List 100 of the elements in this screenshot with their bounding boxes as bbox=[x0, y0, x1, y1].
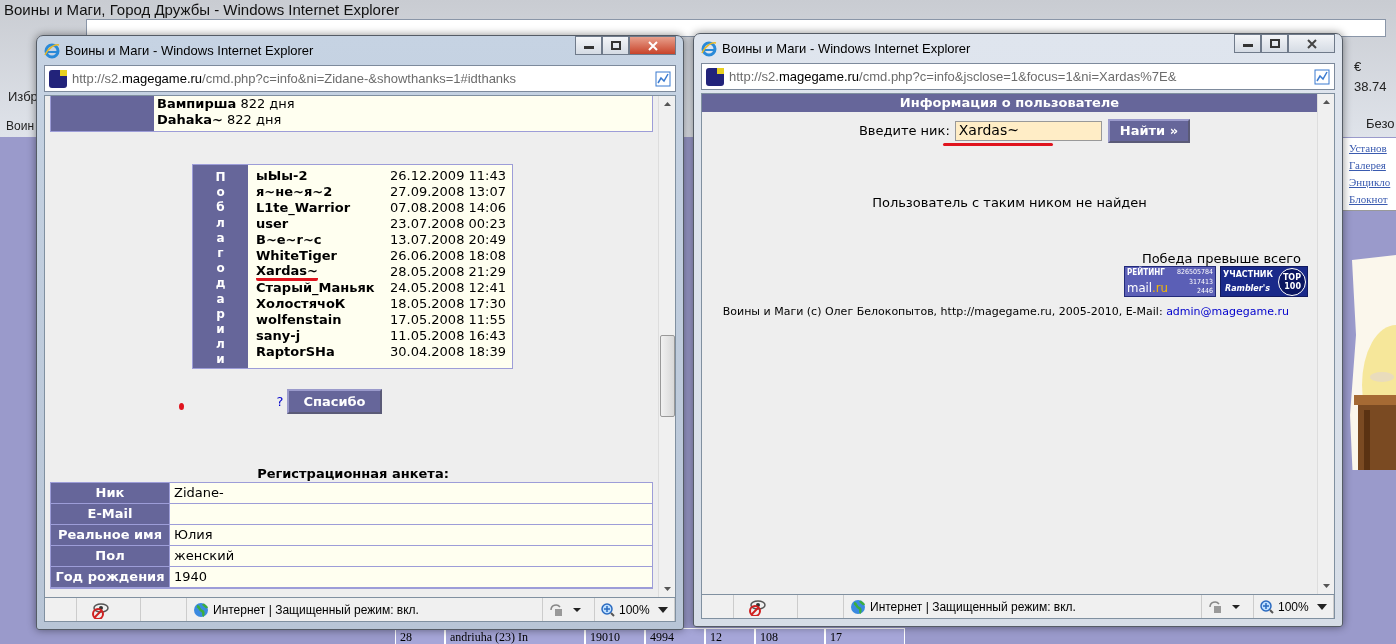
field-value: Zidane- bbox=[170, 483, 652, 504]
field-value: Юлия bbox=[170, 525, 652, 546]
link[interactable]: Установ bbox=[1349, 140, 1396, 157]
nickname-field[interactable]: Xardas~ bbox=[954, 120, 1102, 141]
link[interactable]: Галерея bbox=[1349, 157, 1396, 174]
status-text: Интернет | Защищенный режим: вкл. bbox=[870, 598, 1076, 616]
date-text: 23.07.2008 00:23 bbox=[389, 216, 506, 232]
counter-label: РЕЙТИНГ bbox=[1127, 268, 1165, 277]
security-icon[interactable] bbox=[1208, 599, 1242, 614]
user-name[interactable]: B~e~r~c bbox=[256, 232, 387, 248]
user-name[interactable]: ыЫы-2 bbox=[256, 168, 387, 184]
zoom-icon[interactable] bbox=[1260, 599, 1274, 614]
field-label: Пол bbox=[51, 546, 170, 567]
date-text: 07.08.2008 14:06 bbox=[389, 200, 506, 216]
field-label: E-Mail bbox=[51, 504, 170, 525]
globe-icon bbox=[850, 598, 866, 615]
address-field[interactable]: http://s2.magegame.ru/cmd.php?c=info&ni=Zidane-&showthanks=1#idthanks bbox=[44, 65, 676, 92]
window-title: Воины и Маги - Windows Internet Explorer bbox=[65, 41, 314, 60]
link[interactable]: Энцикло bbox=[1349, 174, 1396, 191]
minimize-button[interactable] bbox=[575, 36, 602, 55]
menu-item[interactable]: Безо bbox=[1366, 114, 1395, 134]
counter-number: 100 bbox=[1284, 282, 1301, 291]
scrollbar[interactable] bbox=[658, 96, 675, 597]
minimize-button[interactable] bbox=[1234, 34, 1261, 53]
address-text: http://s2.magegame.ru/cmd.php?c=info&jsclose=1&focus=1&ni=Xardas%7E& bbox=[729, 67, 1177, 86]
top100-counter[interactable]: УЧАСТНИК Rambler's TOP 100 bbox=[1220, 266, 1308, 297]
maximize-icon bbox=[1269, 39, 1280, 48]
date-text: 11.05.2008 16:43 bbox=[389, 328, 506, 344]
table-cell: 12 bbox=[705, 628, 755, 644]
blocked-eye-icon[interactable] bbox=[748, 597, 766, 616]
date-text: 30.04.2008 18:39 bbox=[389, 344, 506, 360]
field-label: Реальное имя bbox=[51, 525, 170, 546]
zoom-icon[interactable] bbox=[601, 602, 615, 617]
table-cell: 17 bbox=[825, 628, 905, 644]
maximize-icon bbox=[610, 41, 621, 50]
link[interactable]: Блокнот bbox=[1349, 191, 1396, 208]
vertical-label: Поблагодарили bbox=[214, 170, 227, 368]
compatibility-icon[interactable] bbox=[655, 70, 671, 87]
section-title: Регистрационная анкета: bbox=[256, 466, 450, 483]
security-icon[interactable] bbox=[549, 602, 583, 617]
maximize-button[interactable] bbox=[1261, 34, 1288, 53]
user-name[interactable]: L1te_Warrior bbox=[256, 200, 387, 216]
window-title: Воины и Маги, Город Дружбы - Windows Internet Explorer bbox=[3, 1, 401, 18]
maximize-button[interactable] bbox=[602, 36, 629, 55]
user-name[interactable]: RaptorSHa bbox=[256, 344, 387, 360]
help-link[interactable]: ? bbox=[276, 391, 284, 412]
rank-entry: Вампирша 822 дня bbox=[157, 96, 296, 112]
browser-tab[interactable]: Воин bbox=[6, 117, 34, 135]
date-text: 17.05.2008 11:55 bbox=[389, 312, 506, 328]
top-circle bbox=[1278, 268, 1306, 296]
section-header: Информация о пользователе bbox=[702, 94, 1317, 112]
close-icon bbox=[1306, 38, 1317, 49]
address-text: http://s2.magegame.ru/cmd.php?c=info&ni=Zidane-&showthanks=1#idthanks bbox=[72, 69, 517, 88]
motto-text: Победа превыше всего bbox=[1140, 251, 1302, 266]
zoom-level[interactable]: 100% bbox=[1278, 597, 1309, 616]
dropdown-icon[interactable] bbox=[1317, 603, 1327, 610]
address-field[interactable]: http://s2.magegame.ru/cmd.php?c=info&jsclose=1&focus=1&ni=Xardas%7E& bbox=[701, 63, 1335, 90]
user-name[interactable]: ХолостячоК bbox=[256, 296, 387, 312]
globe-icon bbox=[193, 601, 209, 618]
counter-brand: Rambler's bbox=[1225, 284, 1270, 293]
date-text: 26.12.2009 11:43 bbox=[389, 168, 506, 184]
message-text: Пользователь с таким ником не найден bbox=[871, 193, 1148, 212]
blocked-eye-icon[interactable] bbox=[91, 600, 109, 619]
field-label: Год рождения bbox=[51, 567, 170, 588]
user-name[interactable]: Xardas~ bbox=[256, 264, 318, 281]
field-label: Введите ник: bbox=[858, 122, 950, 140]
browser-icon bbox=[701, 40, 717, 57]
zoom-level[interactable]: 100% bbox=[619, 600, 650, 619]
dropdown-icon[interactable] bbox=[658, 606, 668, 613]
favorites-button[interactable]: Избр bbox=[8, 87, 38, 107]
close-button[interactable] bbox=[629, 36, 676, 55]
date-text: 24.05.2008 12:41 bbox=[389, 280, 506, 296]
user-name[interactable]: sany-j bbox=[256, 328, 387, 344]
user-name[interactable]: Старый_Маньяк bbox=[256, 280, 387, 296]
counter-brand: mail.ru bbox=[1127, 280, 1168, 295]
user-name[interactable]: wolfenstain bbox=[256, 312, 387, 328]
field-value: 1940 bbox=[170, 567, 652, 588]
field-label: Ник bbox=[51, 483, 170, 504]
footer-text: Воины и Маги (c) Олег Белокопытов, http://magegame.ru, 2005-2010, E-Mail: admin@magegame.ru bbox=[721, 304, 1290, 320]
window-title: Воины и Маги - Windows Internet Explorer bbox=[722, 39, 971, 58]
date-text: 28.05.2008 21:29 bbox=[389, 264, 506, 280]
field-value: женский bbox=[170, 546, 652, 567]
date-text: 26.06.2008 18:08 bbox=[389, 248, 506, 264]
close-icon bbox=[647, 40, 658, 51]
close-button[interactable] bbox=[1288, 34, 1335, 53]
compatibility-icon[interactable] bbox=[1314, 68, 1330, 85]
user-name[interactable]: WhiteTiger bbox=[256, 248, 387, 264]
php-icon bbox=[706, 67, 724, 86]
user-name[interactable]: user bbox=[256, 216, 387, 232]
email-link[interactable]: admin@magegame.ru bbox=[1166, 305, 1289, 318]
php-icon bbox=[49, 69, 67, 88]
user-name[interactable]: я~не~я~2 bbox=[256, 184, 387, 200]
status-text: Интернет | Защищенный режим: вкл. bbox=[213, 601, 419, 619]
date-text: 27.09.2008 13:07 bbox=[389, 184, 506, 200]
find-button[interactable]: Найти » bbox=[1107, 119, 1191, 143]
date-text: 18.05.2008 17:30 bbox=[389, 296, 506, 312]
scroll-thumb[interactable] bbox=[659, 335, 675, 417]
currency-rate: € 38.74 bbox=[1354, 58, 1388, 96]
thanks-button[interactable]: Спасибо bbox=[287, 388, 382, 415]
table-cell: 108 bbox=[755, 628, 825, 644]
